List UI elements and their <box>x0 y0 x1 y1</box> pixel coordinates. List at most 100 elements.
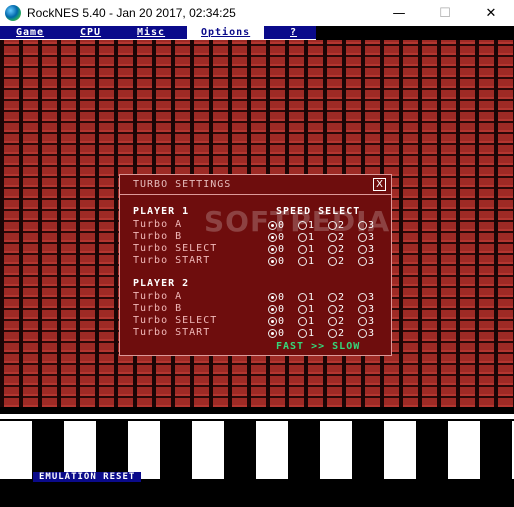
menu-help[interactable]: ? <box>290 26 297 39</box>
radio-label: 1 <box>308 316 315 327</box>
radio-icon <box>298 305 307 314</box>
player1-speed-radio[interactable]: 0 <box>268 256 284 267</box>
radio-icon <box>268 329 277 338</box>
player1-speed-radio[interactable]: 3 <box>358 256 374 267</box>
player1-speed-radio[interactable]: 2 <box>328 244 344 255</box>
window-controls: — ☐ ✕ <box>376 0 514 26</box>
menu-bar: Game CPU Misc Options ? <box>0 26 316 40</box>
player2-speed-radio[interactable]: 2 <box>328 328 344 339</box>
radio-icon <box>298 257 307 266</box>
player1-heading: PLAYER 1 <box>133 206 190 217</box>
radio-icon <box>328 305 337 314</box>
radio-label: 1 <box>308 244 315 255</box>
player2-speed-radio[interactable]: 3 <box>358 304 374 315</box>
radio-label: 2 <box>338 328 345 339</box>
radio-label: 0 <box>278 328 285 339</box>
player2-speed-radio[interactable]: 0 <box>268 304 284 315</box>
player1-row-label: Turbo START <box>133 255 211 266</box>
radio-label: 1 <box>308 328 315 339</box>
radio-label: 0 <box>278 316 285 327</box>
player2-speed-radio[interactable]: 2 <box>328 292 344 303</box>
player2-speed-radio[interactable]: 3 <box>358 316 374 327</box>
radio-icon <box>328 317 337 326</box>
softpedia-watermark: SOFTPEDIA <box>204 205 391 238</box>
radio-icon <box>268 257 277 266</box>
radio-label: 2 <box>338 244 345 255</box>
dialog-close-button[interactable]: X <box>373 178 386 191</box>
radio-label: 3 <box>368 328 375 339</box>
radio-label: 0 <box>278 256 285 267</box>
menu-options[interactable]: Options <box>187 26 265 39</box>
radio-icon <box>358 257 367 266</box>
radio-icon <box>268 305 277 314</box>
radio-label: 1 <box>308 304 315 315</box>
window-title: RockNES 5.40 - Jan 20 2017, 02:34:25 <box>27 6 236 20</box>
radio-label: 3 <box>368 256 375 267</box>
radio-label: 0 <box>278 292 285 303</box>
radio-label: 1 <box>308 256 315 267</box>
player2-row-label: Turbo SELECT <box>133 315 218 326</box>
radio-icon <box>328 245 337 254</box>
radio-icon <box>328 293 337 302</box>
radio-label: 2 <box>338 316 345 327</box>
player1-row-label: Turbo SELECT <box>133 243 218 254</box>
radio-icon <box>358 305 367 314</box>
radio-label: 1 <box>308 292 315 303</box>
close-icon[interactable]: ✕ <box>468 0 514 26</box>
radio-label: 3 <box>368 316 375 327</box>
radio-label: 3 <box>368 244 375 255</box>
radio-icon <box>268 245 277 254</box>
radio-label: 3 <box>368 292 375 303</box>
player2-row-label: Turbo START <box>133 327 211 338</box>
player2-speed-radio[interactable]: 3 <box>358 292 374 303</box>
player2-speed-radio[interactable]: 1 <box>298 304 314 315</box>
player2-speed-radio[interactable]: 1 <box>298 316 314 327</box>
status-message: EMULATION RESET <box>33 472 142 482</box>
player1-row-label: Turbo B <box>133 231 183 242</box>
player2-heading: PLAYER 2 <box>133 278 190 289</box>
floor-stripe <box>0 407 514 413</box>
radio-label: 3 <box>368 304 375 315</box>
player2-speed-radio[interactable]: 0 <box>268 328 284 339</box>
menu-cpu[interactable]: CPU <box>80 26 101 39</box>
player2-speed-radio[interactable]: 0 <box>268 292 284 303</box>
player2-speed-radio[interactable]: 2 <box>328 304 344 315</box>
player2-row-label: Turbo A <box>133 291 183 302</box>
radio-label: 0 <box>278 304 285 315</box>
dialog-titlebar: TURBO SETTINGS X <box>120 175 391 195</box>
window-titlebar: RockNES 5.40 - Jan 20 2017, 02:34:25 — ☐… <box>0 0 514 26</box>
player2-speed-radio[interactable]: 1 <box>298 328 314 339</box>
player1-speed-radio[interactable]: 2 <box>328 256 344 267</box>
dialog-title: TURBO SETTINGS <box>133 179 232 190</box>
radio-icon <box>268 317 277 326</box>
radio-icon <box>298 329 307 338</box>
player1-speed-radio[interactable]: 1 <box>298 256 314 267</box>
radio-label: 2 <box>338 256 345 267</box>
player1-speed-radio[interactable]: 1 <box>298 244 314 255</box>
radio-icon <box>298 293 307 302</box>
player1-speed-radio[interactable]: 0 <box>268 244 284 255</box>
app-globe-icon <box>5 5 21 21</box>
radio-label: 0 <box>278 244 285 255</box>
turbo-settings-dialog: TURBO SETTINGS X PLAYER 1 SPEED SELECT P… <box>119 174 392 356</box>
bottom-area <box>0 479 514 507</box>
radio-icon <box>268 293 277 302</box>
radio-icon <box>358 293 367 302</box>
radio-icon <box>328 329 337 338</box>
radio-icon <box>358 245 367 254</box>
menu-misc[interactable]: Misc <box>137 26 165 39</box>
player2-speed-radio[interactable]: 3 <box>358 328 374 339</box>
speed-legend: FAST >> SLOW <box>276 341 361 352</box>
minimize-icon[interactable]: — <box>376 0 422 26</box>
radio-label: 2 <box>338 292 345 303</box>
player2-speed-radio[interactable]: 2 <box>328 316 344 327</box>
radio-label: 2 <box>338 304 345 315</box>
menu-game[interactable]: Game <box>16 26 44 39</box>
radio-icon <box>358 317 367 326</box>
radio-icon <box>298 317 307 326</box>
player2-speed-radio[interactable]: 0 <box>268 316 284 327</box>
maximize-icon[interactable]: ☐ <box>422 0 468 26</box>
player2-speed-radio[interactable]: 1 <box>298 292 314 303</box>
floor-stripe-white <box>0 414 514 419</box>
player1-speed-radio[interactable]: 3 <box>358 244 374 255</box>
